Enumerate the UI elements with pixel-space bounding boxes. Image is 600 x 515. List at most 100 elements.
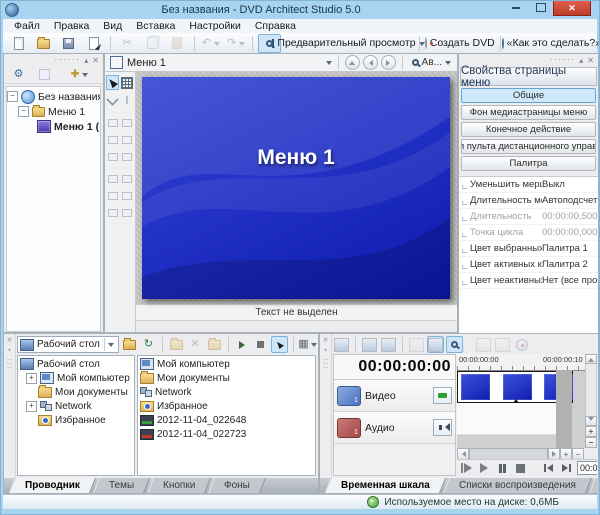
property-value[interactable]: Палитра 2 bbox=[542, 259, 598, 270]
align-bottom-button[interactable] bbox=[121, 149, 135, 164]
up-folder-button[interactable] bbox=[121, 336, 138, 353]
go-to-end-button[interactable] bbox=[559, 462, 573, 475]
nav-up-button[interactable] bbox=[345, 55, 360, 70]
undo-button[interactable]: ↶ bbox=[199, 34, 222, 53]
open-button[interactable] bbox=[32, 34, 55, 53]
menu-options[interactable]: Настройки bbox=[182, 20, 248, 32]
file-item[interactable]: Network bbox=[138, 385, 315, 399]
dock-grip[interactable]: ······ bbox=[323, 357, 329, 369]
align-right-button[interactable] bbox=[106, 149, 120, 164]
property-value[interactable]: 00:00:00,500 bbox=[542, 211, 598, 222]
button-object-button[interactable] bbox=[33, 65, 56, 84]
timeline-ruler[interactable]: 00:00:00:00 00:00:00:10 bbox=[457, 354, 588, 371]
snap-to-grid-toggle[interactable] bbox=[427, 336, 444, 353]
property-row[interactable]: Точка цикла 00:00:00,000 bbox=[459, 225, 598, 241]
menu-selector-combo[interactable]: Меню 1 bbox=[108, 55, 323, 70]
dock-collapse-button[interactable]: ▴ bbox=[579, 56, 583, 65]
tree-node-network[interactable]: + Network bbox=[18, 399, 134, 413]
tab-backgrounds[interactable]: Фоны bbox=[208, 478, 266, 493]
dock-pin-button[interactable]: ▪ bbox=[324, 347, 326, 354]
preview-button[interactable]: Предварительный просмотр bbox=[283, 34, 414, 53]
same-height-button[interactable] bbox=[121, 171, 135, 186]
property-row[interactable]: Цвет выбранных к... Палитра 1 bbox=[459, 241, 598, 257]
trim-button[interactable] bbox=[408, 336, 425, 353]
go-to-start-button[interactable] bbox=[541, 462, 555, 475]
nav-back-button[interactable] bbox=[363, 55, 378, 70]
menu-edit[interactable]: Правка bbox=[47, 20, 96, 32]
tool-grid[interactable] bbox=[120, 75, 134, 90]
property-value[interactable]: Нет (все проз... bbox=[542, 275, 598, 286]
distribute-h-button[interactable] bbox=[121, 132, 135, 147]
video-track-header[interactable]: 1 Видео bbox=[334, 380, 455, 412]
property-value[interactable]: Автоподсчет bbox=[542, 195, 598, 206]
property-row[interactable]: Цвет активных кн... Палитра 2 bbox=[459, 257, 598, 273]
make-dvd-button[interactable]: Создать DVD bbox=[424, 34, 495, 53]
audio-track-header[interactable]: 1 Аудио bbox=[334, 412, 455, 444]
property-row[interactable]: Уменьшить мерцан... Выкл bbox=[459, 177, 598, 193]
dock-close-button[interactable]: ✕ bbox=[7, 336, 13, 344]
align-center-v-button[interactable] bbox=[106, 132, 120, 147]
copy-button[interactable] bbox=[141, 34, 164, 53]
fit-width-button[interactable] bbox=[106, 205, 120, 220]
cut-button[interactable]: ✂ bbox=[116, 34, 139, 53]
close-button[interactable]: ✕ bbox=[553, 1, 591, 16]
center-h-button[interactable] bbox=[106, 188, 120, 203]
auto-preview-toggle[interactable] bbox=[446, 336, 463, 353]
dock-pin-button[interactable]: ▪ bbox=[8, 347, 10, 354]
collapse-expander-icon[interactable]: − bbox=[7, 91, 18, 102]
maximize-button[interactable] bbox=[528, 1, 553, 14]
audio-mute-button[interactable] bbox=[433, 419, 452, 436]
property-row[interactable]: Длительность 00:00:00,500 bbox=[459, 209, 598, 225]
menu-canvas[interactable]: Меню 1 bbox=[142, 77, 450, 299]
loop-point-marker[interactable] bbox=[513, 396, 519, 403]
insert-marker-button[interactable] bbox=[361, 336, 378, 353]
tree-node-desktop[interactable]: Рабочий стол bbox=[18, 357, 134, 371]
refresh-button[interactable]: ↻ bbox=[140, 336, 157, 353]
properties-tab-remote-buttons[interactable]: Кнопки пульта дистанционного управления bbox=[461, 139, 596, 154]
tab-buttons[interactable]: Кнопки bbox=[147, 478, 211, 493]
expand-icon[interactable]: + bbox=[26, 373, 37, 384]
tab-explorer[interactable]: Проводник bbox=[9, 478, 96, 493]
scroll-down-button[interactable] bbox=[585, 416, 597, 426]
file-item[interactable]: Мой компьютер bbox=[138, 357, 315, 371]
address-combo[interactable]: Рабочий стол bbox=[17, 336, 119, 353]
nav-forward-button[interactable] bbox=[381, 55, 396, 70]
vscroll-track[interactable] bbox=[585, 364, 597, 416]
menu-title-text[interactable]: Меню 1 bbox=[142, 146, 450, 170]
properties-button[interactable] bbox=[82, 34, 105, 53]
menu-selector-dropdown-icon[interactable] bbox=[326, 61, 332, 68]
audio-track-lane[interactable] bbox=[457, 403, 572, 435]
property-row[interactable]: Цвет неактивных ... Нет (все проз... bbox=[459, 273, 598, 289]
burn-button[interactable] bbox=[513, 336, 530, 353]
scene-selection-button[interactable] bbox=[380, 336, 397, 353]
folder-view-button[interactable] bbox=[206, 336, 223, 353]
file-item[interactable]: Мои документы bbox=[138, 371, 315, 385]
menu-file[interactable]: Файл bbox=[7, 20, 47, 32]
auto-preview-toggle[interactable] bbox=[271, 336, 288, 353]
play-from-start-button[interactable] bbox=[459, 462, 473, 475]
tree-node-computer[interactable]: + Мой компьютер bbox=[18, 371, 134, 385]
menu-help[interactable]: Справка bbox=[248, 20, 303, 32]
menu-view[interactable]: Вид bbox=[96, 20, 129, 32]
tab-timeline[interactable]: Временная шкала bbox=[325, 478, 446, 493]
zoom-in-v-button[interactable]: + bbox=[585, 426, 597, 437]
project-settings-button[interactable]: ⚙ bbox=[7, 65, 30, 84]
tool-sizing[interactable] bbox=[106, 92, 120, 107]
video-display-button[interactable] bbox=[433, 387, 452, 404]
views-button[interactable]: ▦ bbox=[299, 336, 316, 353]
properties-tab-palette[interactable]: Палитра bbox=[461, 156, 596, 171]
properties-tab-end-action[interactable]: Конечное действие bbox=[461, 122, 596, 137]
new-project-button[interactable] bbox=[7, 34, 30, 53]
property-value[interactable]: Палитра 1 bbox=[542, 243, 598, 254]
tree-node-documents[interactable]: Мои документы bbox=[18, 385, 134, 399]
video-clip-thumbnail[interactable] bbox=[461, 374, 490, 400]
dock-grip[interactable]: ······ bbox=[549, 57, 575, 63]
stop-button[interactable] bbox=[513, 462, 527, 475]
pause-button[interactable] bbox=[495, 462, 509, 475]
minimize-button[interactable] bbox=[503, 1, 528, 14]
new-folder-button[interactable] bbox=[168, 336, 185, 353]
address-dropdown-button[interactable] bbox=[104, 338, 118, 351]
add-item-button[interactable]: ✚ bbox=[68, 65, 91, 84]
dock-close-button[interactable]: ✕ bbox=[587, 56, 594, 65]
dock-close-button[interactable]: ✕ bbox=[92, 56, 99, 65]
